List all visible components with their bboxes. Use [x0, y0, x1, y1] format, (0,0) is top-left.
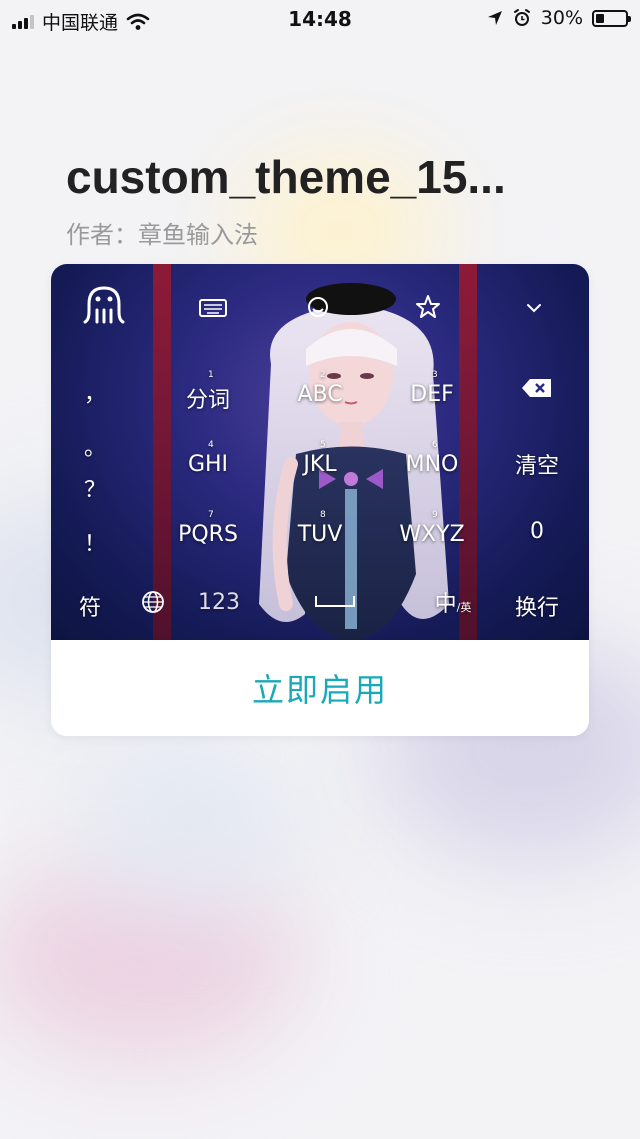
- alarm-icon: [513, 9, 530, 26]
- keyboard-icon: [199, 299, 227, 317]
- star-icon: [416, 295, 440, 318]
- backspace-icon: [522, 379, 551, 397]
- theme-card: ， 。 ？ ！ 1 分词 2 ABC 3 DEF 4 GHI 5 JKL 6 MNO 7 PQ…: [51, 264, 589, 736]
- key-period: 。: [83, 436, 106, 461]
- battery-icon: [592, 9, 631, 27]
- theme-title: custom_theme_15...: [66, 151, 506, 203]
- key-5: 5 JKL: [303, 440, 337, 477]
- status-bar: 中国联通 14:48 30%: [0, 0, 640, 40]
- emoji-icon: [308, 297, 328, 317]
- key-2: 2 ABC: [297, 370, 343, 407]
- key-3: 3 DEF: [410, 370, 454, 407]
- key-comma: ，: [83, 382, 106, 407]
- space-icon: [315, 596, 355, 607]
- location-arrow-icon: [487, 11, 502, 25]
- chevron-down-icon: [527, 304, 541, 313]
- battery-percent: 30%: [540, 7, 583, 29]
- key-9: 9 WXYZ: [399, 510, 465, 547]
- key-8: 8 TUV: [297, 510, 343, 547]
- key-0: 0: [530, 519, 544, 544]
- key-clear: 清空: [514, 454, 559, 479]
- key-exclaim: ！: [83, 532, 106, 557]
- key-question: ？: [83, 478, 106, 503]
- key-123: 123: [198, 590, 240, 615]
- key-1: 1 分词: [185, 370, 230, 413]
- globe-icon: [142, 591, 164, 613]
- key-4: 4 GHI: [187, 440, 229, 477]
- octopus-logo-icon: [83, 286, 125, 324]
- apply-theme-button[interactable]: 立即启用: [51, 640, 589, 736]
- key-7: 7 PQRS: [178, 510, 238, 547]
- key-newline: 换行: [514, 596, 559, 621]
- key-language: 中/英: [434, 592, 472, 617]
- key-6: 6 MNO: [405, 440, 459, 477]
- theme-author: 作者：章鱼输入法: [66, 221, 258, 249]
- keyboard-theme-preview: ， 。 ？ ！ 1 分词 2 ABC 3 DEF 4 GHI 5 JKL 6 MNO 7 PQ…: [51, 264, 589, 640]
- key-symbol: 符: [78, 596, 101, 621]
